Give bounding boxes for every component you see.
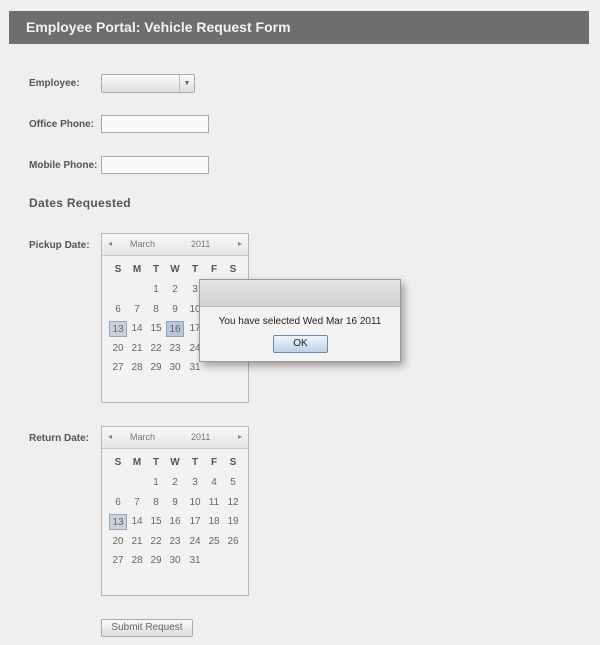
weekday-header: S [229,264,237,275]
weekday-header: T [152,457,160,468]
return-date-label: Return Date: [29,433,90,444]
calendar-day[interactable]: 5 [224,475,242,491]
calendar-day[interactable]: 7 [128,302,146,318]
weekday-header: W [170,457,180,468]
dialog-message: You have selected Wed Mar 16 2011 [218,316,382,327]
calendar-day[interactable]: 14 [128,514,146,530]
calendar-day[interactable]: 13 [109,514,127,530]
calendar-day[interactable]: 9 [166,302,184,318]
calendar-day[interactable]: 13 [109,321,127,337]
calendar-month[interactable]: March [130,239,155,249]
calendar-day[interactable]: 12 [224,495,242,511]
calendar-day[interactable]: 15 [147,321,165,337]
calendar-day[interactable]: 29 [147,553,165,569]
next-month-icon[interactable]: ▸ [238,239,242,248]
calendar-day[interactable]: 27 [109,553,127,569]
calendar-day[interactable]: 27 [109,360,127,376]
mobile-phone-field[interactable] [101,156,209,174]
calendar-day[interactable]: 7 [128,495,146,511]
employee-select[interactable]: ▼ [101,74,195,93]
calendar-day[interactable]: 3 [186,475,204,491]
selection-dialog: You have selected Wed Mar 16 2011 OK [199,279,401,362]
calendar-day[interactable]: 23 [166,341,184,357]
calendar-day[interactable]: 19 [224,514,242,530]
weekday-header: S [114,457,122,468]
calendar-day[interactable]: 14 [128,321,146,337]
ok-button[interactable]: OK [273,335,328,353]
calendar-day[interactable]: 6 [109,302,127,318]
calendar-day[interactable]: 22 [147,341,165,357]
calendar-day[interactable]: 8 [147,495,165,511]
weekday-header: M [132,264,142,275]
weekday-header: M [132,457,142,468]
dates-section-title: Dates Requested [29,196,131,210]
next-month-icon[interactable]: ▸ [238,432,242,441]
calendar-day[interactable]: 1 [147,475,165,491]
calendar-day[interactable]: 4 [205,475,223,491]
employee-label: Employee: [29,78,80,89]
calendar-day[interactable]: 31 [186,360,204,376]
dialog-title-bar[interactable] [200,280,400,307]
calendar-day[interactable]: 24 [186,534,204,550]
calendar-day[interactable]: 2 [166,282,184,298]
calendar-day[interactable]: 8 [147,302,165,318]
calendar-day[interactable]: 23 [166,534,184,550]
page-title: Employee Portal: Vehicle Request Form [26,19,291,35]
calendar-day[interactable]: 15 [147,514,165,530]
calendar-day[interactable]: 26 [224,534,242,550]
calendar-day[interactable]: 11 [205,495,223,511]
weekday-header: F [210,457,218,468]
calendar-day[interactable]: 30 [166,553,184,569]
calendar-day[interactable]: 28 [128,360,146,376]
weekday-header: S [229,457,237,468]
weekday-header: W [170,264,180,275]
calendar-header: ◂ March 2011 ▸ [102,427,248,449]
calendar-year[interactable]: 2011 [191,239,210,249]
calendar-day[interactable]: 1 [147,282,165,298]
prev-month-icon[interactable]: ◂ [108,239,112,248]
calendar-day[interactable]: 20 [109,341,127,357]
calendar-day[interactable]: 16 [166,514,184,530]
calendar-day[interactable]: 18 [205,514,223,530]
calendar-day[interactable]: 2 [166,475,184,491]
calendar-header: ◂ March 2011 ▸ [102,234,248,256]
prev-month-icon[interactable]: ◂ [108,432,112,441]
page-header: Employee Portal: Vehicle Request Form [9,11,589,44]
calendar-year[interactable]: 2011 [191,432,210,442]
calendar-day[interactable]: 31 [186,553,204,569]
weekday-header: T [191,457,199,468]
calendar-day[interactable]: 6 [109,495,127,511]
calendar-day[interactable]: 17 [186,514,204,530]
office-phone-label: Office Phone: [29,119,95,130]
chevron-down-icon[interactable]: ▼ [179,75,194,92]
submit-request-button[interactable]: Submit Request [101,619,193,637]
office-phone-field[interactable] [101,115,209,133]
calendar-day[interactable]: 21 [128,341,146,357]
calendar-day[interactable]: 20 [109,534,127,550]
pickup-date-label: Pickup Date: [29,240,90,251]
calendar-day[interactable]: 22 [147,534,165,550]
calendar-day[interactable]: 29 [147,360,165,376]
calendar-day[interactable]: 9 [166,495,184,511]
calendar-day[interactable]: 21 [128,534,146,550]
calendar-month[interactable]: March [130,432,155,442]
calendar-day[interactable]: 16 [166,321,184,337]
calendar-day[interactable]: 25 [205,534,223,550]
weekday-header: T [152,264,160,275]
return-date-calendar: ◂ March 2011 ▸ S M T W T F S 1 2 3 4 5 6 7 8 9 10 11 12 13 1… [101,426,249,596]
calendar-day[interactable]: 28 [128,553,146,569]
weekday-header: F [210,264,218,275]
weekday-header: S [114,264,122,275]
weekday-header: T [191,264,199,275]
calendar-day[interactable]: 10 [186,495,204,511]
mobile-phone-label: Mobile Phone: [29,160,98,171]
calendar-day[interactable]: 30 [166,360,184,376]
